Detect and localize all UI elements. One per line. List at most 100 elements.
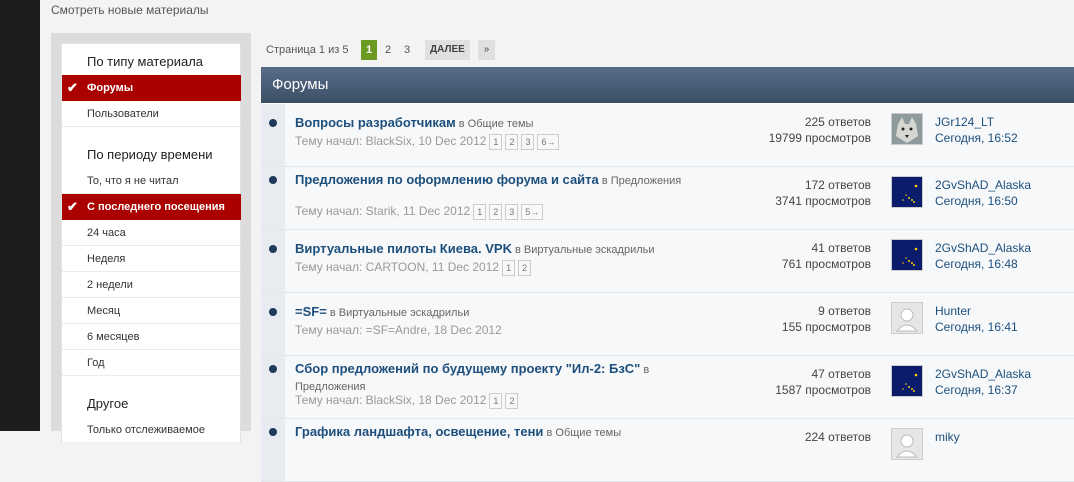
topic-page-link[interactable]: 3 [521,134,535,150]
sidebar-item[interactable]: Неделя [62,246,241,272]
topic-title-wrap: Предложения по оформлению форума и сайта… [295,171,695,190]
topic-page-link[interactable]: 1 [502,260,516,276]
last-post-time[interactable]: Сегодня, 16:37 [935,382,1031,398]
topic-forum-link[interactable]: в Виртуальные эскадрильи [330,307,469,319]
last-poster-link[interactable]: 2GvShAD_Alaska [935,240,1031,256]
last-poster-avatar[interactable] [891,302,923,334]
topic-views: 761 просмотров [781,257,871,271]
topic-row: Графика ландшафта, освещение, тени в Общ… [261,419,1074,482]
last-post-info: 2GvShAD_Alaska Сегодня, 16:37 [935,366,1031,398]
sidebar-item-label: 24 часа [87,227,126,239]
topic-row: Предложения по оформлению форума и сайта… [261,167,1074,230]
checkmark-icon: ✔ [67,80,78,95]
topic-title-link[interactable]: Вопросы разработчикам [295,115,456,130]
topic-views: 19799 просмотров [768,131,871,145]
topic-starter: Тему начал: BlackSix, 18 Dec 2012 [295,393,487,408]
last-poster-link[interactable]: Hunter [935,303,1018,319]
sidebar-item-label: Форумы [87,82,134,94]
sidebar-item-label: 2 недели [87,279,133,291]
topic-title-link[interactable]: Предложения по оформлению форума и сайта [295,172,599,187]
topic-page-link[interactable]: 3 [505,204,519,220]
last-poster-avatar[interactable] [891,428,923,460]
view-new-content-link[interactable]: Смотреть новые материалы [51,3,209,17]
topic-views: 3741 просмотров [775,194,871,208]
last-poster-avatar[interactable] [891,365,923,397]
sidebar-item-label: Неделя [87,253,126,265]
topic-title-wrap: =SF= в Виртуальные эскадрильи [295,303,695,322]
topic-views: 1587 просмотров [775,383,871,397]
last-poster-link[interactable]: 2GvShAD_Alaska [935,366,1031,382]
topic-title-wrap: Сбор предложений по будущему проекту "Ил… [295,360,695,396]
topic-forum-link[interactable]: в Общие темы [459,118,534,130]
last-post-time[interactable]: Сегодня, 16:50 [935,193,1031,209]
last-post-info: Hunter Сегодня, 16:41 [935,303,1018,335]
last-page-button[interactable]: » [478,40,495,60]
topic-page-link[interactable]: 2 [505,393,519,409]
sidebar-item[interactable]: ✔ С последнего посещения [62,194,241,220]
unread-dot-icon [269,176,277,184]
sidebar-item[interactable]: 6 месяцев [62,324,241,350]
topic-title-link[interactable]: =SF= [295,304,327,319]
topic-stats: 225 ответов 19799 просмотров [769,114,871,146]
sidebar-item[interactable]: 24 часа [62,220,241,246]
topic-page-link[interactable]: 1 [473,204,487,220]
topic-page-link[interactable]: 1 [489,134,503,150]
topic-replies: 47 ответов [811,367,871,381]
sidebar-item[interactable]: Год [62,350,241,376]
last-post-info: miky [935,429,960,445]
topic-starter-line: Тему начал: CARTOON, 11 Dec 2012 1 2 [295,260,532,276]
last-post-time[interactable]: Сегодня, 16:41 [935,319,1018,335]
topic-page-link[interactable]: 5→ [521,204,544,220]
sidebar-item-label: Год [87,357,105,369]
sidebar-item-label: Пользователи [87,108,159,120]
sidebar-item[interactable]: ✔ Форумы [62,75,241,101]
topic-row: Виртуальные пилоты Киева. VPK в Виртуаль… [261,230,1074,293]
sidebar-item-label: То, что я не читал [87,175,179,187]
last-poster-avatar[interactable] [891,113,923,145]
topic-page-link[interactable]: 2 [505,134,519,150]
topic-page-link[interactable]: 6→ [537,134,560,150]
page-2-link[interactable]: 2 [385,44,391,56]
topic-starter: Тему начал: =SF=Andre, 18 Dec 2012 [295,323,502,337]
topic-page-link[interactable]: 1 [489,393,503,409]
next-page-button[interactable]: ДАЛЕЕ [425,40,470,60]
topic-status-column [261,104,285,166]
last-poster-link[interactable]: JGr124_LT [935,114,1018,130]
topic-row: =SF= в Виртуальные эскадрильи Тему начал:… [261,293,1074,356]
last-post-time[interactable]: Сегодня, 16:48 [935,256,1031,272]
topic-stats: 9 ответов 155 просмотров [782,303,871,335]
topic-starter-line: Тему начал: Starik, 11 Dec 2012 1 2 3 5→ [295,204,544,220]
page-3-link[interactable]: 3 [404,44,410,56]
last-poster-link[interactable]: 2GvShAD_Alaska [935,177,1031,193]
topic-forum-link[interactable]: в Общие темы [547,427,622,439]
sidebar: По типу материала ✔ Форумы Пользователи По… [51,33,251,443]
sidebar-heading-type: По типу материала [87,54,204,69]
topic-starter-line: Тему начал: BlackSix, 10 Dec 2012 1 2 3 6→ [295,134,560,150]
unread-dot-icon [269,365,277,373]
sidebar-item[interactable]: Месяц [62,298,241,324]
last-poster-avatar[interactable] [891,176,923,208]
topic-title-link[interactable]: Сбор предложений по будущему проекту "Ил… [295,361,640,376]
topic-title-link[interactable]: Графика ландшафта, освещение, тени [295,424,543,439]
sidebar-panel: По типу материала ✔ Форумы Пользователи По… [61,43,241,443]
last-post-time[interactable]: Сегодня, 16:52 [935,130,1018,146]
unread-dot-icon [269,245,277,253]
topic-page-link[interactable]: 2 [518,260,532,276]
topic-stats: 47 ответов 1587 просмотров [775,366,871,398]
sidebar-heading-period: По периоду времени [87,147,213,162]
sidebar-item[interactable]: То, что я не читал [62,168,241,194]
topic-row: Сбор предложений по будущему проекту "Ил… [261,356,1074,419]
last-post-info: 2GvShAD_Alaska Сегодня, 16:48 [935,240,1031,272]
last-poster-link[interactable]: miky [935,429,960,445]
last-poster-avatar[interactable] [891,239,923,271]
sidebar-item[interactable]: 2 недели [62,272,241,298]
last-post-info: 2GvShAD_Alaska Сегодня, 16:50 [935,177,1031,209]
last-post-info: JGr124_LT Сегодня, 16:52 [935,114,1018,146]
sidebar-item[interactable]: Пользователи [62,101,241,127]
sidebar-item[interactable]: Только отслеживаемое [62,417,241,443]
topic-title-link[interactable]: Виртуальные пилоты Киева. VPK [295,241,512,256]
topic-row: Вопросы разработчикам в Общие темы Тему н… [261,104,1074,167]
topic-page-link[interactable]: 2 [489,204,503,220]
topic-forum-link[interactable]: в Виртуальные эскадрильи [515,244,654,256]
topic-forum-link[interactable]: в Предложения [602,175,681,187]
